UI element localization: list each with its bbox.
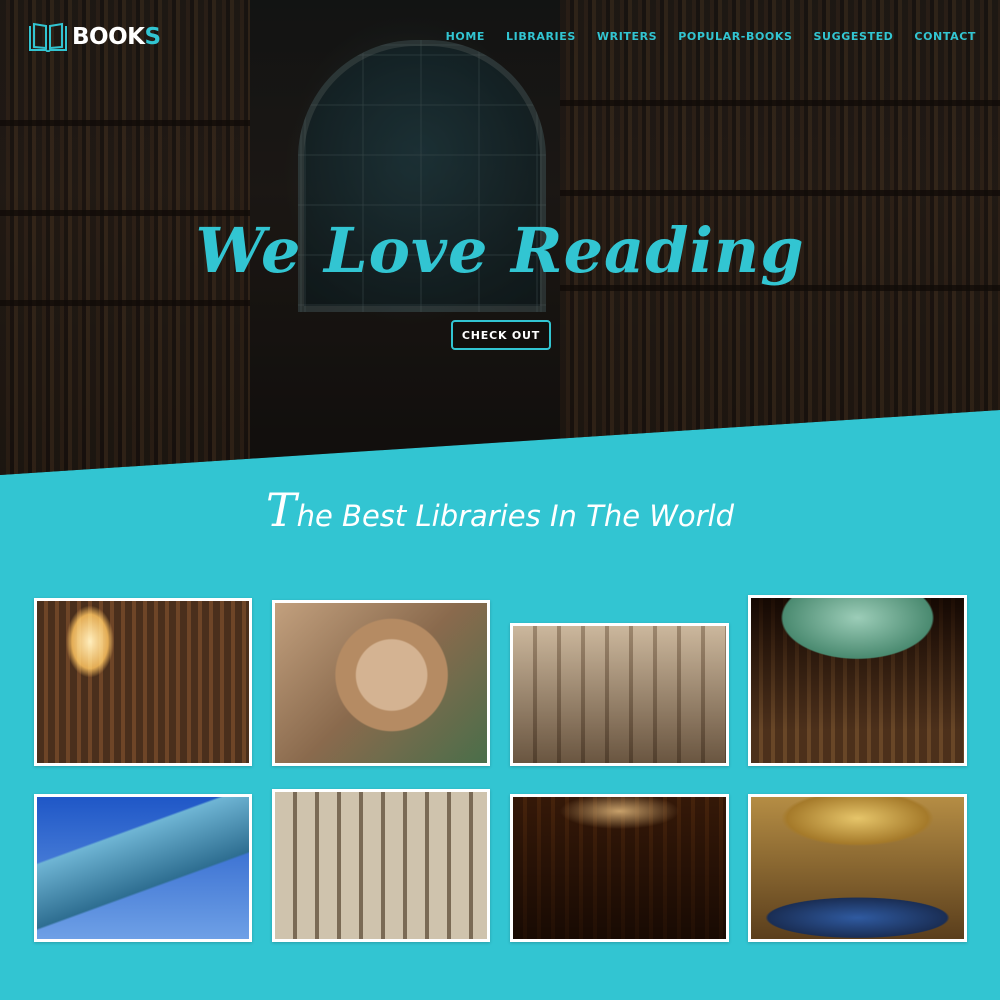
logo-text: BOOKS <box>72 24 161 50</box>
nav-libraries[interactable]: LIBRARIES <box>506 30 576 43</box>
check-out-button[interactable]: CHECK OUT <box>451 320 551 350</box>
nav-home[interactable]: HOME <box>446 30 485 43</box>
open-book-icon <box>29 22 67 52</box>
section-title: The Best Libraries In The World <box>0 483 1000 537</box>
section-title-cap: T <box>265 483 297 537</box>
library-photo-3[interactable] <box>510 623 729 766</box>
nav-contact[interactable]: CONTACT <box>914 30 976 43</box>
library-photo-8[interactable] <box>748 794 967 942</box>
main-nav: HOME LIBRARIES WRITERS POPULAR-BOOKS SUG… <box>446 30 976 43</box>
library-photo-4[interactable] <box>748 595 967 766</box>
nav-suggested[interactable]: SUGGESTED <box>814 30 894 43</box>
section-title-rest: he Best Libraries In The World <box>296 499 735 533</box>
library-photo-6[interactable] <box>272 789 490 942</box>
library-photo-1[interactable] <box>34 598 252 766</box>
hero-title: We Love Reading <box>195 214 805 287</box>
library-photo-2[interactable] <box>272 600 490 766</box>
nav-popular-books[interactable]: POPULAR-BOOKS <box>678 30 792 43</box>
nav-writers[interactable]: WRITERS <box>597 30 657 43</box>
library-photo-7[interactable] <box>510 794 729 942</box>
library-photo-5[interactable] <box>34 794 252 942</box>
brand-logo[interactable]: BOOKS <box>28 22 161 52</box>
